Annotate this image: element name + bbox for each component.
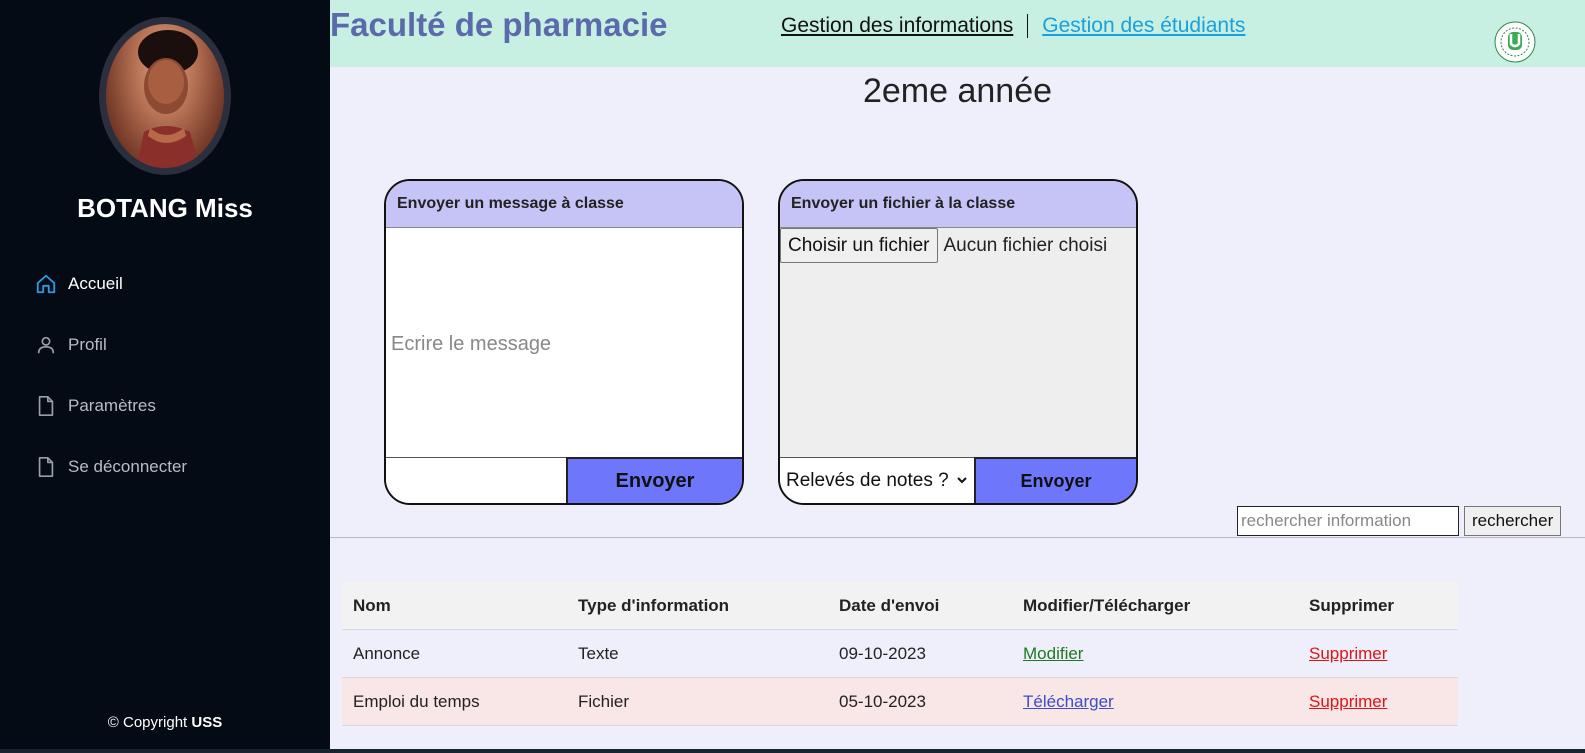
column-header: Type d'information [578, 595, 730, 615]
message-panel-title: Envoyer un message à classe [386, 181, 742, 228]
cell-type: Fichier [578, 691, 630, 711]
column-header: Nom [353, 595, 391, 615]
sidebar-nav: Accueil Profil Paramètres Se déconnecter [0, 265, 330, 509]
sidebar-item-label: Accueil [68, 274, 123, 293]
search-placeholder: rechercher information [1241, 511, 1412, 530]
sidebar: BOTANG Miss Accueil Profil Paramètres Se… [0, 0, 330, 753]
choose-file-button[interactable]: Choisir un fichier [780, 228, 938, 263]
message-panel-footer: Envoyer [386, 457, 742, 503]
university-logo [1493, 20, 1537, 64]
column-header: Date d'envoi [839, 595, 940, 615]
message-placeholder: Ecrire le message [391, 332, 552, 355]
sidebar-item-parametres[interactable]: Paramètres [0, 387, 330, 425]
cell-nom: Emploi du temps [353, 691, 480, 711]
column-header: Supprimer [1309, 595, 1395, 615]
message-panel: Envoyer un message à classe Ecrire le me… [384, 179, 744, 505]
file-type-value: Relevés de notes ? [786, 469, 949, 491]
home-icon [34, 272, 58, 296]
search-bar: rechercher information rechercher [1237, 506, 1562, 536]
avatar-photo [106, 24, 224, 168]
send-file-button[interactable]: Envoyer [974, 457, 1136, 503]
file-type-select[interactable]: Relevés de notes ? [780, 457, 974, 503]
file-panel: Envoyer un fichier à la classe Choisir u… [778, 179, 1138, 505]
table-row: Annonce Texte 09-10-2023 Modifier Suppri… [342, 630, 1458, 678]
file-input: Choisir un fichier Aucun fichier choisi [780, 228, 1107, 263]
link-gestion-informations[interactable]: Gestion des informations [781, 14, 1029, 38]
send-message-button[interactable]: Envoyer [566, 457, 742, 503]
table-row: Emploi du temps Fichier 05-10-2023 Téléc… [342, 678, 1458, 726]
cell-date: 09-10-2023 [839, 643, 926, 663]
user-name: BOTANG Miss [77, 193, 253, 223]
sidebar-item-profil[interactable]: Profil [0, 326, 330, 364]
delete-link[interactable]: Supprimer [1309, 644, 1387, 663]
cell-nom: Annonce [353, 643, 421, 663]
sidebar-item-label: Se déconnecter [68, 457, 188, 476]
divider [330, 537, 1585, 538]
cell-date: 05-10-2023 [839, 691, 926, 711]
file-status: Aucun fichier choisi [943, 234, 1108, 256]
information-table: Nom Type d'information Date d'envoi Modi… [342, 582, 1458, 726]
bottom-strip [0, 749, 1585, 753]
file-panel-title: Envoyer un fichier à la classe [780, 181, 1136, 228]
copyright: © Copyright USS [0, 714, 330, 731]
sidebar-item-label: Profil [68, 335, 107, 354]
chevron-down-icon [956, 470, 968, 492]
sidebar-item-label: Paramètres [68, 396, 156, 415]
column-header: Modifier/Télécharger [1023, 595, 1191, 615]
table-header: Nom Type d'information Date d'envoi Modi… [342, 582, 1458, 630]
top-nav: Gestion des informations Gestion des étu… [781, 14, 1245, 38]
avatar [99, 17, 231, 175]
document-icon [34, 394, 58, 418]
copyright-brand: USS [191, 714, 223, 731]
file-panel-footer: Relevés de notes ? Envoyer [780, 457, 1136, 503]
document-icon [34, 455, 58, 479]
header: Faculté de pharmacie Gestion des informa… [330, 0, 1585, 67]
delete-link[interactable]: Supprimer [1309, 692, 1387, 711]
message-textarea[interactable]: Ecrire le message [386, 228, 742, 460]
cell-type: Texte [578, 643, 619, 663]
page-title: 2eme année [862, 72, 1053, 110]
link-gestion-etudiants[interactable]: Gestion des étudiants [1028, 14, 1245, 38]
sidebar-item-deconnecter[interactable]: Se déconnecter [0, 448, 330, 486]
copyright-prefix: © Copyright [107, 714, 188, 731]
search-input[interactable]: rechercher information [1237, 506, 1459, 536]
modify-link[interactable]: Modifier [1023, 644, 1083, 663]
site-title: Faculté de pharmacie [330, 6, 668, 43]
search-button[interactable]: rechercher [1464, 506, 1562, 536]
user-icon [34, 333, 58, 357]
download-link[interactable]: Télécharger [1023, 692, 1114, 711]
sidebar-item-accueil[interactable]: Accueil [0, 265, 330, 303]
message-footer-blank [386, 457, 566, 503]
main-content: 2eme année Envoyer un message à classe E… [330, 67, 1585, 753]
